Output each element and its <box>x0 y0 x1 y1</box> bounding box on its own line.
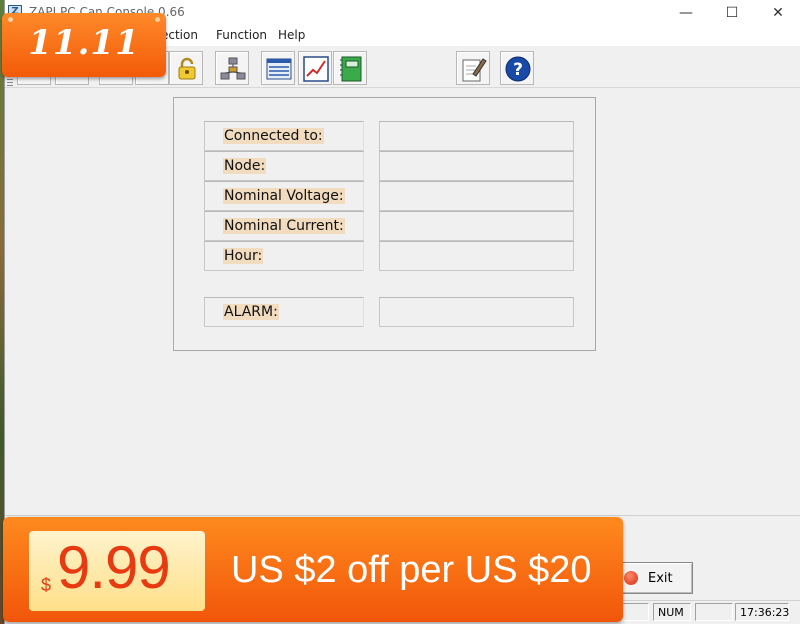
node-label: Node: <box>204 151 364 181</box>
exit-label: Exit <box>648 571 673 586</box>
promo-badge[interactable]: 11.11 <box>2 13 166 77</box>
price-box: $ 9.99 <box>29 531 205 611</box>
promo-offer-text: US $2 off per US $20 <box>231 549 592 591</box>
status-panel-blank <box>619 603 649 621</box>
menu-connection[interactable]: ection <box>161 28 198 42</box>
connected-to-value <box>379 121 574 151</box>
exit-icon <box>624 571 638 585</box>
price-currency: $ <box>41 575 52 595</box>
promo-banner[interactable]: $ 9.99 US $2 off per US $20 <box>3 517 623 622</box>
close-button[interactable]: ✕ <box>755 0 800 26</box>
hour-value <box>379 241 574 271</box>
node-value <box>379 151 574 181</box>
help-icon: ? <box>505 56 531 82</box>
alarm-value <box>379 297 574 327</box>
data-list-button[interactable] <box>261 51 295 85</box>
network-button[interactable] <box>215 51 249 85</box>
minimize-button[interactable]: — <box>663 0 709 26</box>
edit-button[interactable] <box>456 51 490 85</box>
promo-badge-text: 11.11 <box>28 23 140 63</box>
price-value: 9.99 <box>57 534 171 601</box>
unlock-icon <box>178 57 196 80</box>
toolbar-grip[interactable] <box>7 76 13 86</box>
status-time: 17:36:23 <box>735 603 789 621</box>
nominal-current-value <box>379 211 574 241</box>
status-num: NUM <box>653 603 691 621</box>
chart-icon <box>303 56 329 82</box>
hour-label: Hour: <box>204 241 364 271</box>
bottom-divider <box>5 515 800 516</box>
network-nodes-icon <box>220 57 246 80</box>
edit-document-icon <box>462 58 487 82</box>
nominal-current-label: Nominal Current: <box>204 211 364 241</box>
alarm-label: ALARM: <box>204 297 364 327</box>
nominal-voltage-label: Nominal Voltage: <box>204 181 364 211</box>
maximize-button[interactable]: ☐ <box>709 0 755 26</box>
exit-button[interactable]: Exit <box>613 562 693 594</box>
status-panel-caps <box>695 603 733 621</box>
connected-to-label: Connected to: <box>204 121 364 151</box>
notebook-button[interactable] <box>333 51 367 85</box>
chart-button[interactable] <box>298 51 332 85</box>
unlock-button[interactable] <box>169 51 203 85</box>
data-list-icon <box>266 58 292 80</box>
menu-help[interactable]: Help <box>278 28 305 42</box>
nominal-voltage-value <box>379 181 574 211</box>
menu-function[interactable]: Function <box>216 28 267 42</box>
connection-info-panel: Connected to: Node: Nominal Voltage: Nom… <box>173 97 596 351</box>
svg-text:?: ? <box>513 60 523 80</box>
notebook-icon <box>340 56 362 82</box>
help-button[interactable]: ? <box>500 51 534 85</box>
